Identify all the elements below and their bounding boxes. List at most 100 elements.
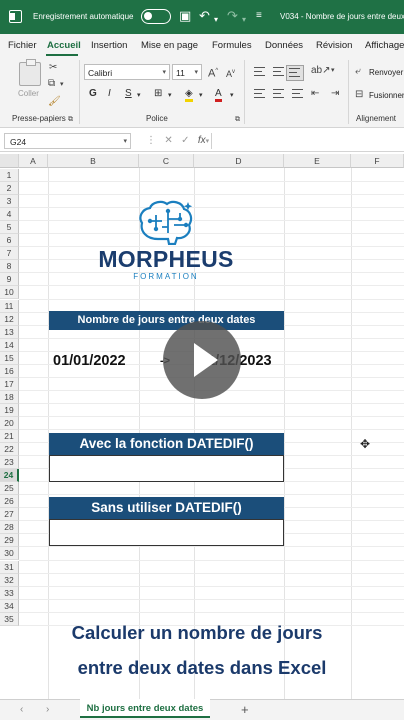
sheet-tab-active[interactable]: Nb jours entre deux dates — [80, 699, 210, 718]
datedif-result-cell[interactable] — [49, 455, 284, 482]
row-header[interactable]: 20 — [0, 416, 19, 430]
enter-icon[interactable]: ✓ — [181, 135, 189, 146]
fill-dropdown-icon[interactable]: ▾ — [199, 91, 203, 99]
no-datedif-result-cell[interactable] — [49, 519, 284, 546]
clipboard-launcher-icon[interactable]: ⧉ — [68, 114, 73, 126]
underline-dropdown-icon[interactable]: ▾ — [137, 91, 141, 99]
redo-icon[interactable]: ↷ — [227, 8, 238, 24]
grow-font-icon[interactable]: A^ — [208, 65, 218, 80]
borders-icon[interactable]: ⊞ — [154, 88, 162, 99]
row-header[interactable]: 14 — [0, 338, 19, 352]
cancel-icon[interactable]: ✕ — [164, 135, 172, 146]
row-header[interactable]: 9 — [0, 273, 19, 287]
align-top-icon[interactable] — [254, 67, 265, 76]
align-middle-icon[interactable] — [273, 67, 284, 76]
underline-button[interactable]: S — [125, 88, 132, 99]
undo-icon[interactable]: ↶ — [199, 8, 210, 24]
row-header[interactable]: 17 — [0, 377, 19, 391]
row-header[interactable]: 15 — [0, 351, 19, 365]
column-header-a[interactable]: A — [19, 154, 48, 168]
wrap-text-button[interactable]: Renvoyer — [369, 68, 403, 77]
undo-dropdown-icon[interactable]: ▾ — [214, 12, 218, 28]
row-header[interactable]: 23 — [0, 456, 19, 470]
italic-button[interactable]: I — [108, 88, 111, 99]
column-header-f[interactable]: F — [351, 154, 404, 168]
insert-function-icon[interactable]: fx — [198, 135, 206, 146]
autosave-toggle[interactable] — [141, 9, 171, 24]
merge-icon[interactable]: ⊟ — [355, 89, 363, 101]
row-header[interactable]: 22 — [0, 443, 19, 457]
row-header[interactable]: 10 — [0, 286, 19, 300]
row-header[interactable]: 2 — [0, 182, 19, 196]
chevron-down-icon[interactable]: ▾ — [206, 138, 210, 145]
tab-affichage[interactable]: Affichage — [365, 40, 404, 51]
redo-dropdown-icon[interactable]: ▾ — [242, 12, 246, 28]
font-size-select[interactable]: 11 ▾ — [172, 64, 202, 80]
row-header[interactable]: 18 — [0, 390, 19, 404]
row-header[interactable]: 33 — [0, 586, 19, 600]
row-header[interactable]: 27 — [0, 508, 19, 522]
play-button[interactable] — [163, 321, 241, 399]
row-header[interactable]: 1 — [0, 169, 19, 183]
save-icon[interactable]: ▣ — [179, 8, 191, 24]
row-header[interactable]: 11 — [0, 299, 19, 313]
row-header[interactable]: 34 — [0, 599, 19, 613]
column-header-d[interactable]: D — [194, 154, 284, 168]
shrink-font-icon[interactable]: Av — [226, 66, 235, 80]
format-painter-icon[interactable]: 🖌 — [48, 96, 61, 108]
column-header-e[interactable]: E — [284, 154, 351, 168]
align-bottom-icon[interactable] — [289, 68, 300, 77]
copy-dropdown-icon[interactable]: ▾ — [60, 79, 64, 91]
row-header[interactable]: 4 — [0, 208, 19, 222]
align-left-icon[interactable] — [254, 89, 265, 98]
row-header[interactable]: 30 — [0, 547, 19, 561]
column-header-c[interactable]: C — [139, 154, 194, 168]
tab-revision[interactable]: Révision — [316, 40, 352, 51]
orientation-icon[interactable]: ab↗ — [311, 65, 331, 77]
borders-dropdown-icon[interactable]: ▾ — [168, 91, 172, 99]
cut-icon[interactable]: ✂ — [49, 62, 57, 74]
row-header[interactable]: 16 — [0, 364, 19, 378]
row-header[interactable]: 13 — [0, 325, 19, 339]
font-color-icon[interactable]: A — [215, 88, 222, 102]
orientation-dropdown-icon[interactable]: ▾ — [331, 65, 335, 77]
column-header-b[interactable]: B — [48, 154, 139, 168]
row-header[interactable]: 6 — [0, 234, 19, 248]
font-launcher-icon[interactable]: ⧉ — [235, 114, 240, 126]
row-header[interactable]: 3 — [0, 195, 19, 209]
paste-icon[interactable] — [19, 59, 41, 86]
row-header[interactable]: 8 — [0, 260, 19, 274]
copy-icon[interactable]: ⧉ — [48, 78, 55, 90]
tab-formules[interactable]: Formules — [212, 40, 252, 51]
formula-input[interactable] — [211, 133, 404, 149]
row-header[interactable]: 24 — [0, 469, 19, 483]
font-name-select[interactable]: Calibri ▾ — [84, 64, 170, 80]
add-sheet-button[interactable]: + — [241, 702, 249, 717]
row-header[interactable]: 31 — [0, 560, 19, 574]
tab-insertion[interactable]: Insertion — [91, 40, 127, 51]
decrease-indent-icon[interactable]: ⇤ — [311, 88, 319, 100]
align-right-icon[interactable] — [292, 89, 303, 98]
tab-donnees[interactable]: Données — [265, 40, 303, 51]
customize-toolbar-icon[interactable]: ≡ — [256, 8, 262, 24]
merge-button[interactable]: Fusionner — [369, 91, 404, 100]
bold-button[interactable]: G — [89, 88, 97, 99]
prev-sheet-icon[interactable]: ‹ — [20, 704, 23, 715]
tab-accueil[interactable]: Accueil — [47, 40, 81, 51]
row-header[interactable]: 26 — [0, 495, 19, 509]
tab-fichier[interactable]: Fichier — [8, 40, 37, 51]
row-header[interactable]: 25 — [0, 482, 19, 496]
row-header[interactable]: 5 — [0, 221, 19, 235]
fill-color-icon[interactable]: ◈ — [185, 88, 193, 102]
name-box[interactable]: G24 ▾ — [4, 133, 131, 149]
next-sheet-icon[interactable]: › — [46, 704, 49, 715]
wrap-text-icon[interactable]: ⤶ — [355, 66, 361, 78]
start-date-cell[interactable]: 01/01/2022 — [53, 353, 126, 369]
row-header[interactable]: 19 — [0, 403, 19, 417]
increase-indent-icon[interactable]: ⇥ — [331, 88, 339, 100]
tab-mise-en-page[interactable]: Mise en page — [141, 40, 198, 51]
select-all-corner[interactable] — [0, 154, 19, 168]
row-header[interactable]: 28 — [0, 521, 19, 535]
row-header[interactable]: 7 — [0, 247, 19, 261]
paste-label[interactable]: Coller — [18, 89, 39, 98]
